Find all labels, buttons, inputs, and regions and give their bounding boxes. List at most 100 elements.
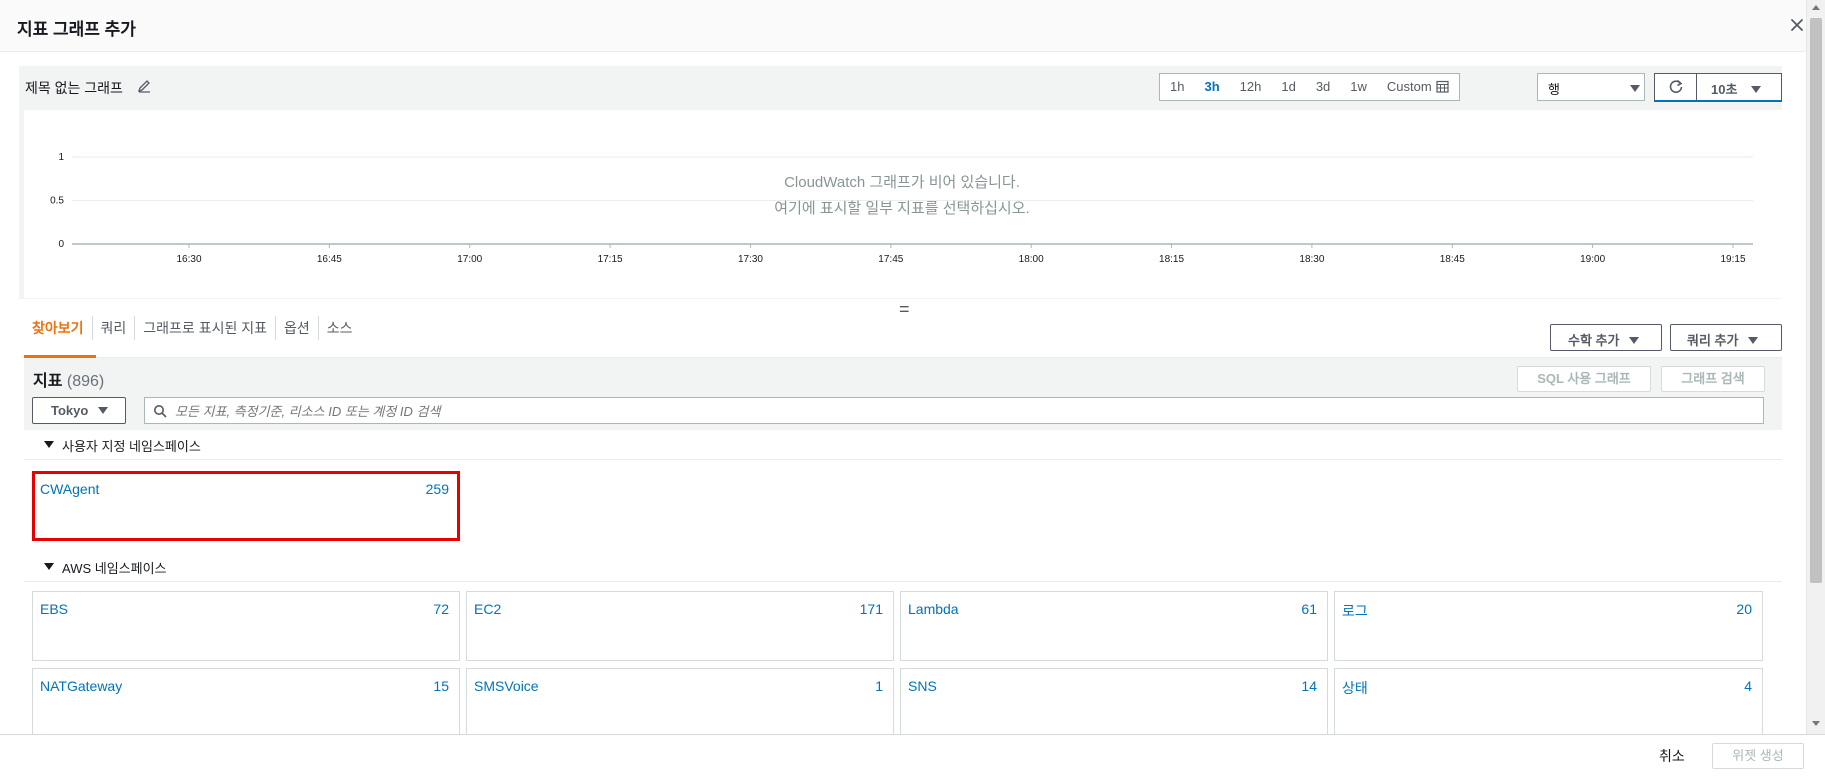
tab-2[interactable]: 그래프로 표시된 지표 (135, 316, 276, 340)
namespace-count: 72 (433, 601, 449, 617)
namespace-name[interactable]: CWAgent (40, 481, 99, 497)
time-range-custom[interactable]: Custom (1377, 74, 1459, 100)
modal-footer: 취소 위젯 생성 (0, 734, 1825, 776)
namespace-count: 4 (1744, 678, 1752, 694)
graph-title[interactable]: 제목 없는 그래프 (25, 78, 123, 98)
graph-style-select[interactable]: 행 (1537, 73, 1645, 101)
calendar-icon (1436, 80, 1449, 93)
time-range-label: 1w (1350, 79, 1367, 94)
namespace-count: 1 (875, 678, 883, 694)
chevron-down-icon (1748, 337, 1759, 344)
tab-1[interactable]: 쿼리 (93, 316, 136, 340)
caret-down-icon (44, 441, 54, 448)
time-range-1h[interactable]: 1h (1160, 74, 1194, 100)
metrics-title: 지표 (896) (33, 367, 104, 391)
close-icon[interactable] (1786, 14, 1808, 36)
y-tick-label: 0 (58, 239, 64, 250)
refresh-control: 10초 (1654, 73, 1782, 102)
empty-graph-line2: 여기에 표시할 일부 지표를 선택하십시오. (774, 200, 1030, 217)
namespace-name[interactable]: SMSVoice (474, 678, 539, 694)
time-range-12h[interactable]: 12h (1230, 74, 1272, 100)
refresh-interval-value: 10초 (1711, 82, 1738, 97)
namespace-card[interactable]: EC2 171 (466, 591, 894, 661)
empty-graph-message: CloudWatch 그래프가 비어 있습니다. 여기에 표시할 일부 지표를 … (676, 170, 1128, 222)
y-tick-label: 1 (58, 152, 64, 163)
resize-handle[interactable]: = (899, 299, 910, 320)
time-range-1d[interactable]: 1d (1271, 74, 1305, 100)
x-tick-label: 18:15 (1159, 254, 1184, 265)
scroll-thumb[interactable] (1810, 18, 1822, 583)
metrics-search-box[interactable] (144, 397, 1764, 424)
search-graph-button[interactable]: 그래프 검색 (1661, 366, 1765, 392)
namespace-count: 14 (1301, 678, 1317, 694)
x-tick-label: 19:15 (1720, 254, 1745, 265)
namespace-card[interactable]: 로그 20 (1334, 591, 1763, 661)
time-range-label: 3h (1204, 79, 1220, 94)
aws-namespace-section-header[interactable]: AWS 네임스페이스 (24, 552, 1782, 582)
namespace-card[interactable]: 상태 4 (1334, 668, 1763, 738)
namespace-name[interactable]: EBS (40, 601, 68, 617)
namespace-name[interactable]: EC2 (474, 601, 501, 617)
namespace-card[interactable]: NATGateway 15 (32, 668, 460, 738)
tab-bar: 찾아보기 쿼리 그래프로 표시된 지표 옵션 소스 (24, 316, 361, 358)
chevron-down-icon (98, 407, 109, 414)
x-tick-label: 16:45 (317, 254, 342, 265)
x-tick-label: 17:15 (598, 254, 623, 265)
tab-4[interactable]: 소스 (319, 316, 361, 340)
x-tick-label: 17:00 (457, 254, 482, 265)
add-math-button[interactable]: 수학 추가 (1550, 324, 1662, 351)
time-range-label: 1h (1170, 79, 1185, 94)
namespace-name[interactable]: NATGateway (40, 678, 122, 694)
namespace-card[interactable]: SNS 14 (900, 668, 1328, 738)
time-range-label: 1d (1281, 79, 1296, 94)
namespace-card[interactable]: CWAgent 259 (32, 471, 460, 541)
x-tick-label: 17:45 (878, 254, 903, 265)
namespace-count: 171 (859, 601, 883, 617)
tab-3[interactable]: 옵션 (276, 316, 319, 340)
namespace-card[interactable]: EBS 72 (32, 591, 460, 661)
namespace-name[interactable]: 로그 (1342, 601, 1368, 621)
tab-0[interactable]: 찾아보기 (24, 316, 93, 340)
namespace-card[interactable]: SMSVoice 1 (466, 668, 894, 738)
region-value: Tokyo (51, 403, 89, 418)
add-query-button[interactable]: 쿼리 추가 (1670, 324, 1782, 351)
chevron-down-icon (1629, 337, 1640, 344)
empty-graph-line1: CloudWatch 그래프가 비어 있습니다. (784, 174, 1020, 191)
time-range-label: 12h (1239, 79, 1262, 94)
namespace-count: 15 (433, 678, 449, 694)
scroll-down-arrow-icon[interactable] (1812, 721, 1820, 726)
namespace-name[interactable]: SNS (908, 678, 937, 694)
metrics-title-label: 지표 (33, 373, 63, 390)
sql-graph-button[interactable]: SQL 사용 그래프 (1517, 366, 1651, 392)
custom-namespace-section-header[interactable]: 사용자 지정 네임스페이스 (24, 430, 1782, 460)
region-select[interactable]: Tokyo (32, 397, 126, 424)
time-range-3h[interactable]: 3h (1194, 74, 1229, 100)
namespace-count: 259 (425, 481, 449, 497)
chevron-down-icon (1751, 86, 1762, 93)
search-icon (154, 405, 167, 418)
caret-down-icon (44, 563, 54, 570)
refresh-icon (1669, 79, 1682, 93)
metrics-search-input[interactable] (175, 401, 1755, 421)
x-tick-label: 18:00 (1019, 254, 1044, 265)
vertical-scrollbar[interactable] (1806, 0, 1825, 735)
namespace-name[interactable]: Lambda (908, 601, 959, 617)
namespace-name[interactable]: 상태 (1342, 678, 1368, 698)
namespace-count: 20 (1736, 601, 1752, 617)
metrics-count: (896) (66, 373, 105, 390)
create-widget-button[interactable]: 위젯 생성 (1712, 743, 1804, 769)
custom-namespace-label: 사용자 지정 네임스페이스 (62, 439, 201, 454)
time-range-selector: 1h 3h 12h 1d 3d 1w Custom (1159, 73, 1460, 101)
time-range-3d[interactable]: 3d (1306, 74, 1340, 100)
refresh-button[interactable] (1655, 74, 1697, 100)
pencil-edit-icon[interactable] (137, 79, 152, 94)
x-tick-label: 18:45 (1440, 254, 1465, 265)
time-range-1w[interactable]: 1w (1340, 74, 1377, 100)
refresh-interval-dropdown[interactable]: 10초 (1697, 74, 1781, 100)
namespace-card[interactable]: Lambda 61 (900, 591, 1328, 661)
x-tick-label: 19:00 (1580, 254, 1605, 265)
y-tick-label: 0.5 (50, 196, 64, 207)
scroll-up-arrow-icon[interactable] (1812, 5, 1820, 10)
modal-title: 지표 그래프 추가 (17, 20, 136, 39)
cancel-button[interactable]: 취소 (1659, 746, 1685, 766)
